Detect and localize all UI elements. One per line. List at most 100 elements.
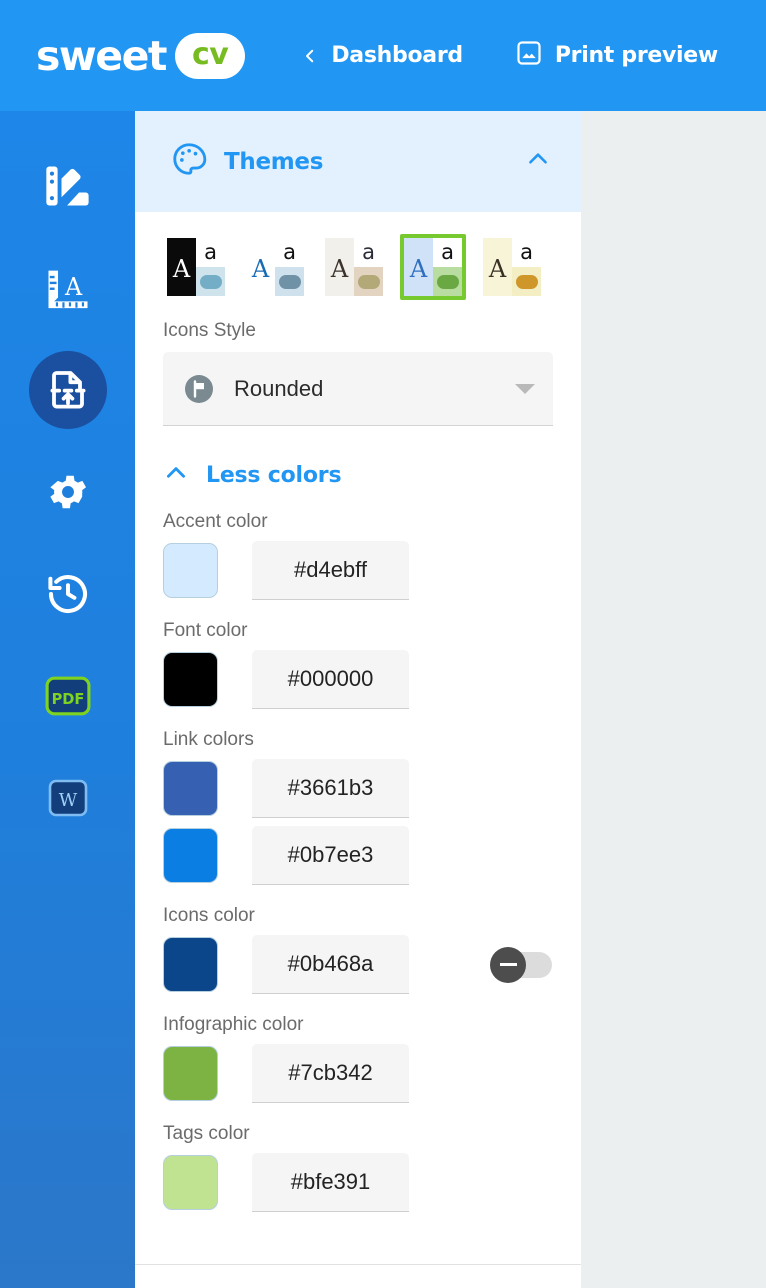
theme-swatch-list: AaAaAaAaAa <box>135 212 581 300</box>
chevron-left-icon <box>301 47 319 65</box>
theme-preview: Aa <box>167 238 225 296</box>
theme-accent-sample <box>196 267 225 296</box>
theme-accent-sample <box>512 267 541 296</box>
svg-text:A: A <box>64 273 83 301</box>
accent-color-swatch[interactable] <box>163 543 218 598</box>
palette-icon <box>170 140 208 183</box>
print-preview-label: Print preview <box>554 43 718 68</box>
theme-uppercase-sample: A <box>325 238 354 296</box>
theme-preview: Aa <box>246 238 304 296</box>
theme-white-blue[interactable]: Aa <box>242 234 308 300</box>
infographic-color-input[interactable]: #7cb342 <box>252 1044 409 1103</box>
tags-color-input[interactable]: #bfe391 <box>252 1153 409 1212</box>
icons-style-value: Rounded <box>234 375 324 401</box>
settings-panel: Themes AaAaAaAaAa Icons Style Rounded Le… <box>135 111 581 1288</box>
theme-dark[interactable]: Aa <box>163 234 229 300</box>
link-color-2-row: #0b7ee3 <box>135 826 581 885</box>
sidebar-item-settings[interactable] <box>29 453 107 531</box>
link-color-1-input[interactable]: #3661b3 <box>252 759 409 818</box>
panel-bottom-divider <box>135 1264 581 1265</box>
theme-lowercase-sample: a <box>433 238 462 267</box>
theme-preview: Aa <box>325 238 383 296</box>
theme-accent-sample <box>354 267 383 296</box>
link-color-1-swatch[interactable] <box>163 761 218 816</box>
theme-preview: Aa <box>404 238 462 296</box>
gear-icon <box>45 469 91 515</box>
theme-preview: Aa <box>483 238 541 296</box>
infographic-color-row: #7cb342 <box>135 1044 581 1103</box>
toggle-knob <box>490 946 526 983</box>
infographic-color-label: Infographic color <box>163 1014 304 1035</box>
theme-lowercase-sample: a <box>512 238 541 267</box>
sidebar-item-history[interactable] <box>29 555 107 633</box>
font-color-input[interactable]: #000000 <box>252 650 409 709</box>
top-bar: sweet cv Dashboard Print preview <box>0 0 766 111</box>
theme-lowercase-sample: a <box>275 238 304 267</box>
theme-cream[interactable]: Aa <box>479 234 545 300</box>
tags-color-row: #bfe391 <box>135 1153 581 1212</box>
font-color-label: Font color <box>163 620 248 641</box>
accent-color-row: #d4ebff <box>135 541 581 600</box>
icons-color-toggle[interactable] <box>490 946 552 983</box>
infographic-color-swatch[interactable] <box>163 1046 218 1101</box>
dashboard-button[interactable]: Dashboard <box>301 43 463 68</box>
tags-color-label: Tags color <box>163 1123 250 1144</box>
pdf-icon: PDF <box>45 673 91 719</box>
theme-beige[interactable]: Aa <box>321 234 387 300</box>
accent-color-input[interactable]: #d4ebff <box>252 541 409 600</box>
theme-blue-green[interactable]: Aa <box>400 234 466 300</box>
color-palette-swatches-icon <box>42 160 94 212</box>
sidebar-item-themes[interactable] <box>29 147 107 225</box>
ruler-letter-icon: A <box>42 262 94 314</box>
left-sidebar: A PDF W <box>0 111 135 1288</box>
icons-style-select[interactable]: Rounded <box>163 352 553 426</box>
link-color-1-row: #3661b3 <box>135 759 581 818</box>
sidebar-item-import[interactable] <box>28 351 107 429</box>
sidebar-item-export-word[interactable]: W <box>29 759 107 837</box>
theme-uppercase-sample: A <box>246 238 275 296</box>
icons-color-swatch[interactable] <box>163 937 218 992</box>
icons-color-row: #0b468a <box>135 935 581 994</box>
logo-badge: cv <box>175 32 246 79</box>
page-title: Themes <box>224 148 324 175</box>
icons-color-label: Icons color <box>163 905 255 926</box>
less-colors-toggle[interactable]: Less colors <box>135 460 581 491</box>
font-color-row: #000000 <box>135 650 581 709</box>
color-settings-list: Accent color #d4ebff Font color #000000 Link… <box>135 511 581 1212</box>
history-clock-icon <box>44 570 92 618</box>
font-color-swatch[interactable] <box>163 652 218 707</box>
theme-uppercase-sample: A <box>404 238 433 296</box>
theme-uppercase-sample: A <box>167 238 196 296</box>
icons-style-select-wrap: Rounded <box>135 352 581 426</box>
logo-wordmark: sweet <box>36 31 168 80</box>
sidebar-item-typography[interactable]: A <box>29 249 107 327</box>
svg-text:W: W <box>58 790 77 811</box>
icons-style-label: Icons Style <box>163 320 256 341</box>
document-upload-icon <box>44 366 92 414</box>
svg-text:PDF: PDF <box>51 691 84 708</box>
theme-lowercase-sample: a <box>196 238 225 267</box>
icons-color-input[interactable]: #0b468a <box>252 935 409 994</box>
logo[interactable]: sweet cv <box>36 31 246 80</box>
accent-color-label: Accent color <box>163 511 268 532</box>
chevron-up-icon[interactable] <box>525 146 551 177</box>
theme-uppercase-sample: A <box>483 238 512 296</box>
link-color-1-label: Link colors <box>163 729 254 750</box>
flag-circle-icon <box>183 373 215 405</box>
dashboard-label: Dashboard <box>331 43 463 68</box>
minus-icon <box>499 963 517 966</box>
app-root: sweet cv Dashboard Print preview A PDF W… <box>0 0 766 1288</box>
print-preview-button[interactable]: Print preview <box>515 39 718 72</box>
themes-section-header[interactable]: Themes <box>135 111 581 212</box>
theme-lowercase-sample: a <box>354 238 383 267</box>
less-colors-label: Less colors <box>206 463 342 488</box>
theme-accent-sample <box>433 267 462 296</box>
word-icon: W <box>46 776 90 820</box>
sidebar-item-export-pdf[interactable]: PDF <box>29 657 107 735</box>
theme-accent-sample <box>275 267 304 296</box>
chevron-up-icon <box>163 460 189 491</box>
link-color-2-input[interactable]: #0b7ee3 <box>252 826 409 885</box>
link-color-2-swatch[interactable] <box>163 828 218 883</box>
chevron-down-icon[interactable] <box>515 383 535 394</box>
tags-color-swatch[interactable] <box>163 1155 218 1210</box>
